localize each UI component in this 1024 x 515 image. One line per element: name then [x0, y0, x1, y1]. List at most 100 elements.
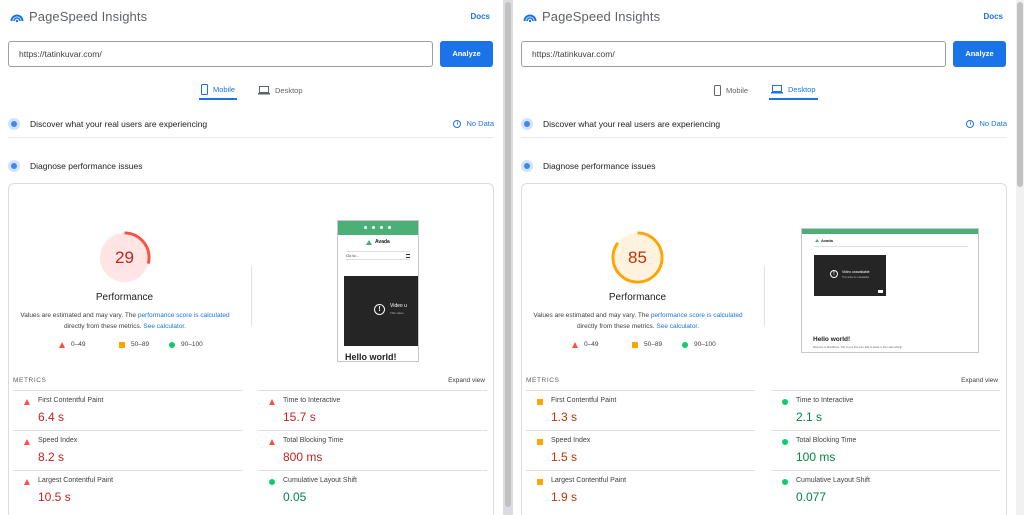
screenshot-body: Welcome to WordPress. This is your first…: [813, 346, 902, 349]
analyze-button[interactable]: Analyze: [440, 41, 493, 67]
tab-mobile[interactable]: Mobile: [199, 80, 238, 100]
url-input[interactable]: https://tatinkuvar.com/: [8, 41, 433, 67]
brand-title[interactable]: PageSpeed Insights: [29, 9, 147, 24]
diagnose-title: Diagnose performance issues: [30, 161, 143, 171]
metric-name: Total Blocking Time: [283, 437, 344, 444]
url-input[interactable]: https://tatinkuvar.com/: [521, 41, 946, 67]
legend-pass: 90–100: [682, 341, 716, 348]
status-icon: [537, 479, 543, 485]
diagnose-title: Diagnose performance issues: [543, 161, 656, 171]
header: PageSpeed Insights Docs: [0, 0, 503, 34]
status-icon: [782, 399, 788, 405]
window-scrollbar[interactable]: [1016, 0, 1024, 515]
video-title: Video u: [390, 303, 407, 309]
expand-view-toggle[interactable]: Expand view: [448, 377, 485, 384]
score-legend: 0–49 50–89 90–100: [57, 341, 217, 351]
fail-triangle-icon: [59, 341, 65, 348]
panel-mobile: PageSpeed Insights Docs https://tatinkuv…: [0, 0, 503, 515]
metric-value: 1.3 s: [551, 410, 578, 424]
metric-value: 6.4 s: [38, 410, 65, 424]
scrollbar-thumb[interactable]: [1017, 2, 1023, 187]
calculator-link[interactable]: See calculator.: [656, 323, 699, 330]
metrics-label: METRICS: [526, 377, 560, 384]
screenshot-brand: Avada: [821, 238, 833, 243]
pass-circle-icon: [782, 399, 788, 405]
video-error-icon: !: [374, 304, 385, 315]
metric-name: Largest Contentful Paint: [551, 477, 627, 484]
real-users-section[interactable]: Discover what your real users are experi…: [8, 110, 494, 138]
status-icon: [537, 399, 543, 405]
score-note-text-2: directly from these metrics.: [63, 323, 144, 330]
no-data-indicator: i No Data: [966, 119, 1007, 128]
page-screenshot-desktop: Avada ! Video unavailable This video is …: [801, 228, 979, 353]
tab-desktop-label: Desktop: [788, 84, 816, 94]
pagespeed-logo-icon[interactable]: [523, 10, 537, 24]
status-icon: [269, 399, 275, 405]
video-error-icon: !: [830, 270, 838, 278]
status-icon: [782, 479, 788, 485]
metric-item: First Contentful Paint 1.3 s: [526, 390, 755, 430]
laptop-icon: [258, 85, 270, 94]
docs-link[interactable]: Docs: [470, 12, 490, 21]
performance-score-link[interactable]: performance score is calculated: [651, 312, 743, 319]
legend-pass: 90–100: [169, 341, 203, 348]
video-title: Video unavailable: [842, 270, 870, 274]
pagespeed-logo-icon[interactable]: [10, 10, 24, 24]
expand-view-toggle[interactable]: Expand view: [961, 377, 998, 384]
legend-average: 50–89: [632, 341, 662, 348]
metric-value: 15.7 s: [283, 410, 316, 424]
screenshot-video: ! Video unavailable This video is unavai…: [814, 255, 886, 296]
social-icons: [364, 226, 394, 229]
metric-item: Cumulative Layout Shift 0.077: [771, 470, 1000, 510]
status-icon: [782, 439, 788, 445]
analyze-button[interactable]: Analyze: [953, 41, 1006, 67]
page-screenshot-mobile: Avada Go to... ! Video u This video Hell…: [337, 220, 419, 362]
status-icon: [24, 439, 30, 445]
fail-triangle-icon: [269, 439, 275, 445]
no-data-label: No Data: [979, 119, 1007, 128]
score-note: Values are estimated and may vary. The p…: [532, 310, 744, 332]
average-square-icon: [119, 341, 125, 348]
real-users-section[interactable]: Discover what your real users are experi…: [521, 110, 1007, 138]
metric-value: 0.077: [796, 490, 827, 504]
brand-title[interactable]: PageSpeed Insights: [542, 9, 660, 24]
video-subtitle: This video: [390, 311, 404, 315]
metric-name: Cumulative Layout Shift: [283, 477, 357, 484]
metric-name: Speed Index: [38, 437, 78, 444]
pass-circle-icon: [782, 479, 788, 485]
screenshot-logo: Avada: [366, 239, 390, 245]
metric-item: First Contentful Paint 6.4 s: [13, 390, 242, 430]
docs-link[interactable]: Docs: [983, 12, 1003, 21]
panel-divider-scrollbar[interactable]: [503, 0, 513, 515]
calculator-link[interactable]: See calculator.: [143, 323, 186, 330]
screenshot-menu: Go to...: [346, 251, 410, 260]
pass-circle-icon: [682, 341, 688, 348]
metric-item: Speed Index 8.2 s: [13, 430, 242, 470]
performance-card: 85 Performance Values are estimated and …: [521, 183, 1007, 515]
tab-desktop[interactable]: Desktop: [769, 80, 818, 100]
performance-label: Performance: [95, 292, 154, 303]
screenshot-heading: Hello world!: [813, 336, 851, 343]
performance-label: Performance: [608, 292, 667, 303]
performance-score-link[interactable]: performance score is calculated: [138, 312, 230, 319]
phone-icon: [201, 83, 208, 95]
fail-triangle-icon: [269, 399, 275, 405]
average-square-icon: [537, 439, 543, 445]
metric-item: Time to Interactive 2.1 s: [771, 390, 1000, 430]
legend-average-label: 50–89: [644, 341, 663, 348]
tab-desktop[interactable]: Desktop: [256, 80, 305, 100]
tab-mobile[interactable]: Mobile: [712, 80, 750, 100]
fail-triangle-icon: [24, 439, 30, 445]
metric-value: 10.5 s: [38, 490, 71, 504]
scrollbar-thumb[interactable]: [505, 2, 511, 507]
diagnose-section: Diagnose performance issues: [521, 152, 1007, 180]
video-subtitle: This video is unavailable: [842, 276, 870, 279]
metric-item: Speed Index 1.5 s: [526, 430, 755, 470]
tab-mobile-label: Mobile: [726, 85, 749, 95]
device-tabs: Mobile Desktop: [513, 80, 1016, 100]
score-legend: 0–49 50–89 90–100: [570, 341, 730, 351]
metric-item: Total Blocking Time 100 ms: [771, 430, 1000, 470]
diagnose-icon: [8, 160, 20, 172]
fail-triangle-icon: [24, 399, 30, 405]
phone-icon: [714, 84, 721, 96]
